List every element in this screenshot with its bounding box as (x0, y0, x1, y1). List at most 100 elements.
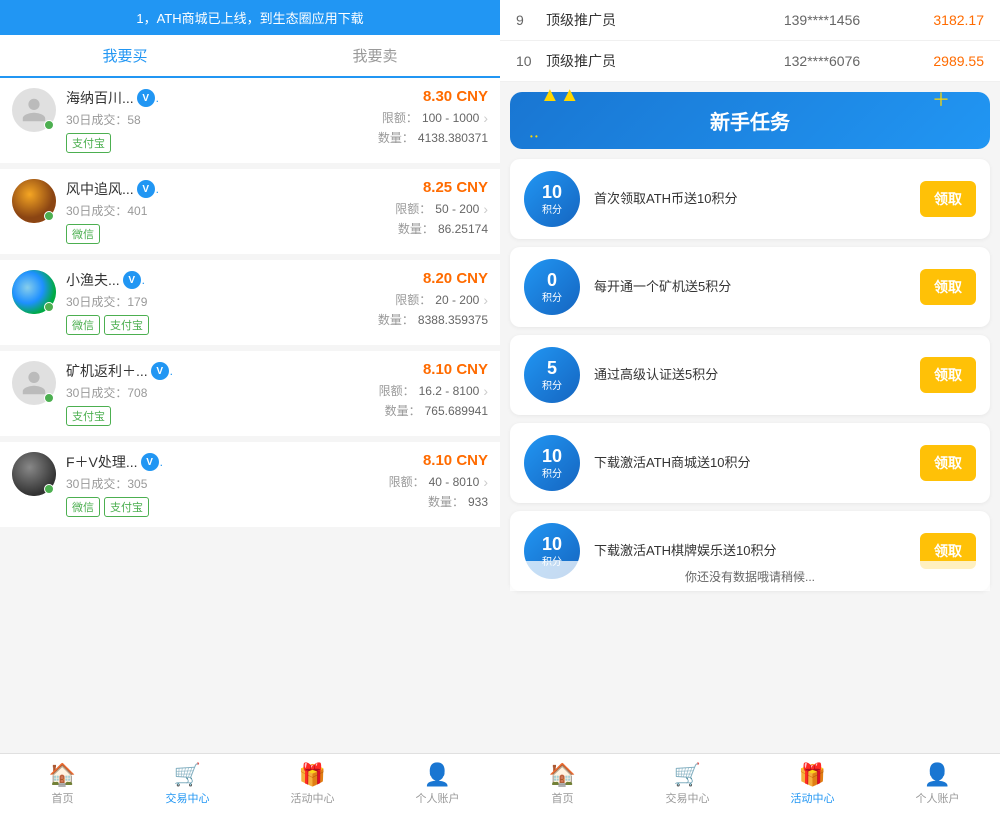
verified-badge: V (123, 271, 141, 289)
task-points-num: 5 (547, 359, 557, 377)
task-claim-button[interactable]: 领取 (920, 445, 976, 481)
task-points-circle: 10 积分 (524, 171, 580, 227)
payment-tag: 微信 (66, 497, 100, 517)
listing-quantity: 数量：86.25174 (328, 220, 488, 237)
account-icon: 👤 (424, 762, 451, 788)
listing-price: 8.20 CNY (328, 270, 488, 287)
task-claim-button[interactable]: 领取 (920, 269, 976, 305)
nav-activity-label: 活动中心 (291, 790, 335, 806)
task-item: 10 积分 下载激活ATH商城送10积分 领取 (510, 423, 990, 503)
listing-item[interactable]: 矿机返利＋... V . 30日成交：708 支付宝 8.10 CNY 限额：1… (0, 351, 500, 436)
listing-right: 8.10 CNY 限额：16.2 - 8100› 数量：765.689941 (328, 361, 488, 422)
listing-quantity: 数量：765.689941 (328, 402, 488, 419)
left-tab-bar: 我要买 我要卖 (0, 35, 500, 78)
activity-icon: 🎁 (799, 762, 826, 788)
listing-info: 风中追风... V . 30日成交：401 微信 (66, 179, 328, 244)
task-points-num: 0 (547, 271, 557, 289)
listing-quantity: 数量：8388.359375 (328, 311, 488, 328)
task-description: 下载激活ATH商城送10积分 (594, 454, 910, 472)
banner-decoration: ▲▲ (540, 84, 580, 107)
task-claim-button[interactable]: 领取 (920, 181, 976, 217)
left-panel: 1，ATH商城已上线，到生态圈应用下载 我要买 我要卖 海纳百川... V . (0, 0, 500, 813)
leaderboard-rank: 9 (516, 12, 546, 28)
task-item: 10 积分 首次领取ATH币送10积分 领取 (510, 159, 990, 239)
listing-item[interactable]: 海纳百川... V . 30日成交：58 支付宝 8.30 CNY 限额：100… (0, 78, 500, 163)
task-item: 5 积分 通过高级认证送5积分 领取 (510, 335, 990, 415)
tasks-section: ▲▲ ＋ 新手任务 • • 10 积分 首次领取ATH币送10积分 领取 0 积… (500, 82, 1000, 753)
activity-icon: 🎁 (299, 762, 326, 788)
leaderboard-phone: 132****6076 (730, 53, 914, 69)
listing-limit: 限额：16.2 - 8100› (328, 382, 488, 399)
right-nav-home[interactable]: 🏠 首页 (500, 754, 625, 813)
listing-price: 8.10 CNY (328, 361, 488, 378)
verified-badge: V (141, 453, 159, 471)
nav-home[interactable]: 🏠 首页 (0, 754, 125, 813)
task-points-circle: 0 积分 (524, 259, 580, 315)
payment-tags: 微信 (66, 224, 328, 244)
tab-sell[interactable]: 我要卖 (250, 35, 500, 76)
tab-buy[interactable]: 我要买 (0, 35, 250, 78)
listing-trades: 30日成交：305 (66, 475, 328, 492)
payment-tag: 支付宝 (104, 315, 149, 335)
right-nav-exchange-label: 交易中心 (666, 790, 710, 806)
verified-dot: . (160, 455, 163, 469)
payment-tag: 微信 (66, 315, 100, 335)
listings-container: 海纳百川... V . 30日成交：58 支付宝 8.30 CNY 限额：100… (0, 78, 500, 753)
payment-tag: 微信 (66, 224, 100, 244)
nav-exchange[interactable]: 🛒 交易中心 (125, 754, 250, 813)
right-nav-exchange[interactable]: 🛒 交易中心 (625, 754, 750, 813)
listing-trades: 30日成交：179 (66, 293, 328, 310)
payment-tags: 微信 支付宝 (66, 315, 328, 335)
listing-trades: 30日成交：401 (66, 202, 328, 219)
listing-trades: 30日成交：708 (66, 384, 328, 401)
listing-right: 8.30 CNY 限额：100 - 1000› 数量：4138.380371 (328, 88, 488, 149)
right-nav-account[interactable]: 👤 个人账户 (875, 754, 1000, 813)
task-description: 每开通一个矿机送5积分 (594, 278, 910, 296)
nav-account[interactable]: 👤 个人账户 (375, 754, 500, 813)
right-nav-account-label: 个人账户 (916, 790, 960, 806)
task-item-wrapper: 10 积分 下载激活ATH棋牌娱乐送10积分 领取 你还没有数据哦请稍候... (510, 511, 990, 591)
listing-price: 8.25 CNY (328, 179, 488, 196)
listing-item[interactable]: 小渔夫... V . 30日成交：179 微信 支付宝 8.20 CNY 限额：… (0, 260, 500, 345)
listing-right: 8.20 CNY 限额：20 - 200› 数量：8388.359375 (328, 270, 488, 331)
task-points-label: 积分 (542, 377, 562, 392)
banner-plus: ＋ (932, 86, 950, 112)
verified-badge: V (137, 180, 155, 198)
nav-exchange-label: 交易中心 (166, 790, 210, 806)
listing-info: F＋V处理... V . 30日成交：305 微信 支付宝 (66, 452, 328, 517)
payment-tags: 微信 支付宝 (66, 497, 328, 517)
leaderboard-phone: 139****1456 (730, 12, 914, 28)
leaderboard-rank: 10 (516, 53, 546, 69)
task-points-num: 10 (542, 535, 562, 553)
task-claim-button[interactable]: 领取 (920, 357, 976, 393)
listing-limit: 限额：20 - 200› (328, 291, 488, 308)
listing-name: 矿机返利＋... (66, 361, 148, 381)
banner-dots: • • (530, 132, 538, 141)
leaderboard-section: 9 顶级推广员 139****1456 3182.17 10 顶级推广员 132… (500, 0, 1000, 82)
task-points-num: 10 (542, 447, 562, 465)
listing-right: 8.10 CNY 限额：40 - 8010› 数量：933 (328, 452, 488, 513)
listing-name: F＋V处理... (66, 452, 138, 472)
verified-badge: V (151, 362, 169, 380)
listing-name: 海纳百川... (66, 88, 134, 108)
right-nav-activity[interactable]: 🎁 活动中心 (750, 754, 875, 813)
listing-item[interactable]: F＋V处理... V . 30日成交：305 微信 支付宝 8.10 CNY 限… (0, 442, 500, 527)
payment-tags: 支付宝 (66, 406, 328, 426)
task-points-circle: 10 积分 (524, 435, 580, 491)
nav-activity[interactable]: 🎁 活动中心 (250, 754, 375, 813)
leaderboard-title: 顶级推广员 (546, 51, 730, 71)
online-indicator (44, 484, 54, 494)
overlay: 你还没有数据哦请稍候... (510, 561, 990, 591)
listing-limit: 限额：50 - 200› (328, 200, 488, 217)
online-indicator (44, 302, 54, 312)
listing-price: 8.30 CNY (328, 88, 488, 105)
banner-text: 1，ATH商城已上线，到生态圈应用下载 (136, 11, 363, 26)
nav-home-label: 首页 (52, 790, 74, 806)
listing-info: 小渔夫... V . 30日成交：179 微信 支付宝 (66, 270, 328, 335)
task-description: 首次领取ATH币送10积分 (594, 190, 910, 208)
left-bottom-nav: 🏠 首页 🛒 交易中心 🎁 活动中心 👤 个人账户 (0, 753, 500, 813)
top-banner: 1，ATH商城已上线，到生态圈应用下载 (0, 0, 500, 35)
task-points-num: 10 (542, 183, 562, 201)
task-item: 0 积分 每开通一个矿机送5积分 领取 (510, 247, 990, 327)
listing-item[interactable]: 风中追风... V . 30日成交：401 微信 8.25 CNY 限额：50 … (0, 169, 500, 254)
